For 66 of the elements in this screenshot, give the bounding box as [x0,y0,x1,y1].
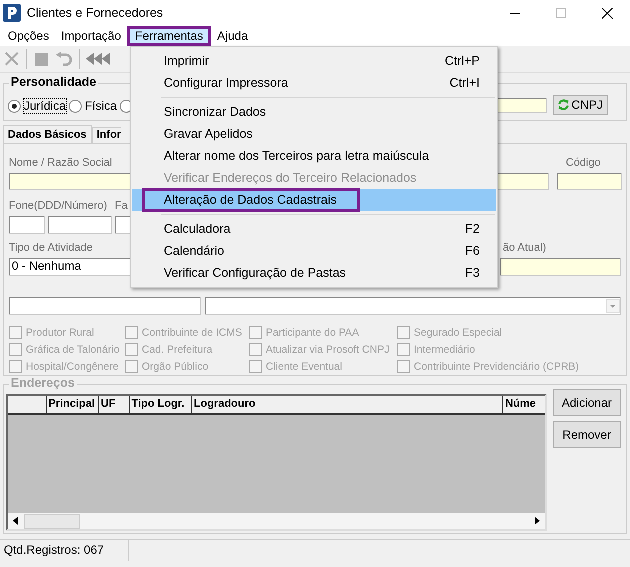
scroll-right-icon[interactable] [534,517,540,525]
field-label: Nome / Razão Social [9,156,112,170]
scroll-thumb[interactable] [24,514,80,528]
address-button[interactable]: Remover [553,421,621,448]
horizontal-scrollbar[interactable] [8,513,545,529]
column-header[interactable]: Núme [502,396,545,413]
checkbox-label: Produtor Rural [26,326,94,338]
checkbox-label: Gráfica de Talonário [26,344,120,356]
column-header[interactable]: UF [98,396,129,413]
menu-option[interactable]: Imprimir Ctrl+P [131,50,497,72]
checkbox-label: Intermediário [414,344,476,356]
cnpj-button[interactable]: CNPJ [553,95,608,115]
column-header[interactable]: Logradouro [191,396,502,413]
tab[interactable]: Infor [92,127,122,143]
address-button[interactable]: Adicionar [553,389,621,416]
checkbox-label: Hospital/Congênere [26,360,119,372]
menu-item[interactable]: Opções [2,26,56,46]
checkbox-label: Contribuinte Previdenciário (CPRB) [414,360,580,372]
checkbox-label: Contribuinte de ICMS [142,326,242,338]
close-icon[interactable] [602,8,612,18]
menu-item[interactable]: Importação [55,26,128,46]
field-label: ão Atual) [502,241,546,255]
tab[interactable]: Dados Básicos [3,125,92,143]
menu-option[interactable]: Alterar nome dos Terceiros para letra maiúscula [131,145,497,167]
field-label: Código [565,156,601,170]
refresh-icon [558,98,570,112]
app-logo-icon [3,4,21,22]
text-field[interactable] [500,258,621,276]
checkbox-label: Segurado Especial [414,326,502,338]
checkbox-label: Cad. Prefeitura [142,344,213,356]
code-field[interactable] [557,173,622,190]
radio-button[interactable] [69,100,82,112]
menu-option[interactable]: Configurar Impressora Ctrl+I [131,72,497,94]
group-title: Endereços [9,376,77,390]
menu-option[interactable]: Gravar Apelidos [131,123,497,145]
undo-icon[interactable] [55,52,73,66]
radio-label: Física [85,99,118,113]
field-label: Tipo de Atividade [9,241,93,255]
minimize-icon[interactable] [510,12,520,14]
field-label: Fone(DDD/Número) [9,199,108,213]
menu-item[interactable]: Ajuda [211,26,254,46]
dropdown-field[interactable] [205,297,621,315]
menu-item[interactable]: Ferramentas [127,26,212,46]
menu-option[interactable]: Calculadora F2 [131,218,497,240]
menu-option[interactable]: Sincronizar Dados [131,101,497,123]
menu-option[interactable]: Alteração de Dados Cadastrais [132,189,496,211]
maximize-icon[interactable] [556,8,566,18]
column-header[interactable]: Tipo Logr. [128,396,192,413]
status-text: Qtd.Registros: 067 [0,540,129,561]
phone-field[interactable] [48,216,112,234]
checkbox-label: Participante do PAA [266,326,360,338]
area-code-field[interactable] [9,216,45,234]
group-title: Personalidade [9,75,98,89]
radio-label: Jurídica [24,99,66,113]
stop-icon[interactable] [33,51,49,67]
column-header[interactable]: Principal [46,396,98,413]
checkbox-label: Cliente Eventual [266,360,342,372]
checkbox-label: Atualizar via Prosoft CNPJ [266,344,390,356]
radio-button[interactable] [8,100,21,112]
field-label: Fa [115,199,128,213]
checkbox-label: Orgão Público [142,360,209,372]
rewind-icon[interactable] [86,52,110,66]
scroll-left-icon[interactable] [13,517,19,525]
delete-icon[interactable] [4,51,20,67]
text-field[interactable] [9,297,202,315]
window-title: Clientes e Fornecedores [27,6,164,20]
